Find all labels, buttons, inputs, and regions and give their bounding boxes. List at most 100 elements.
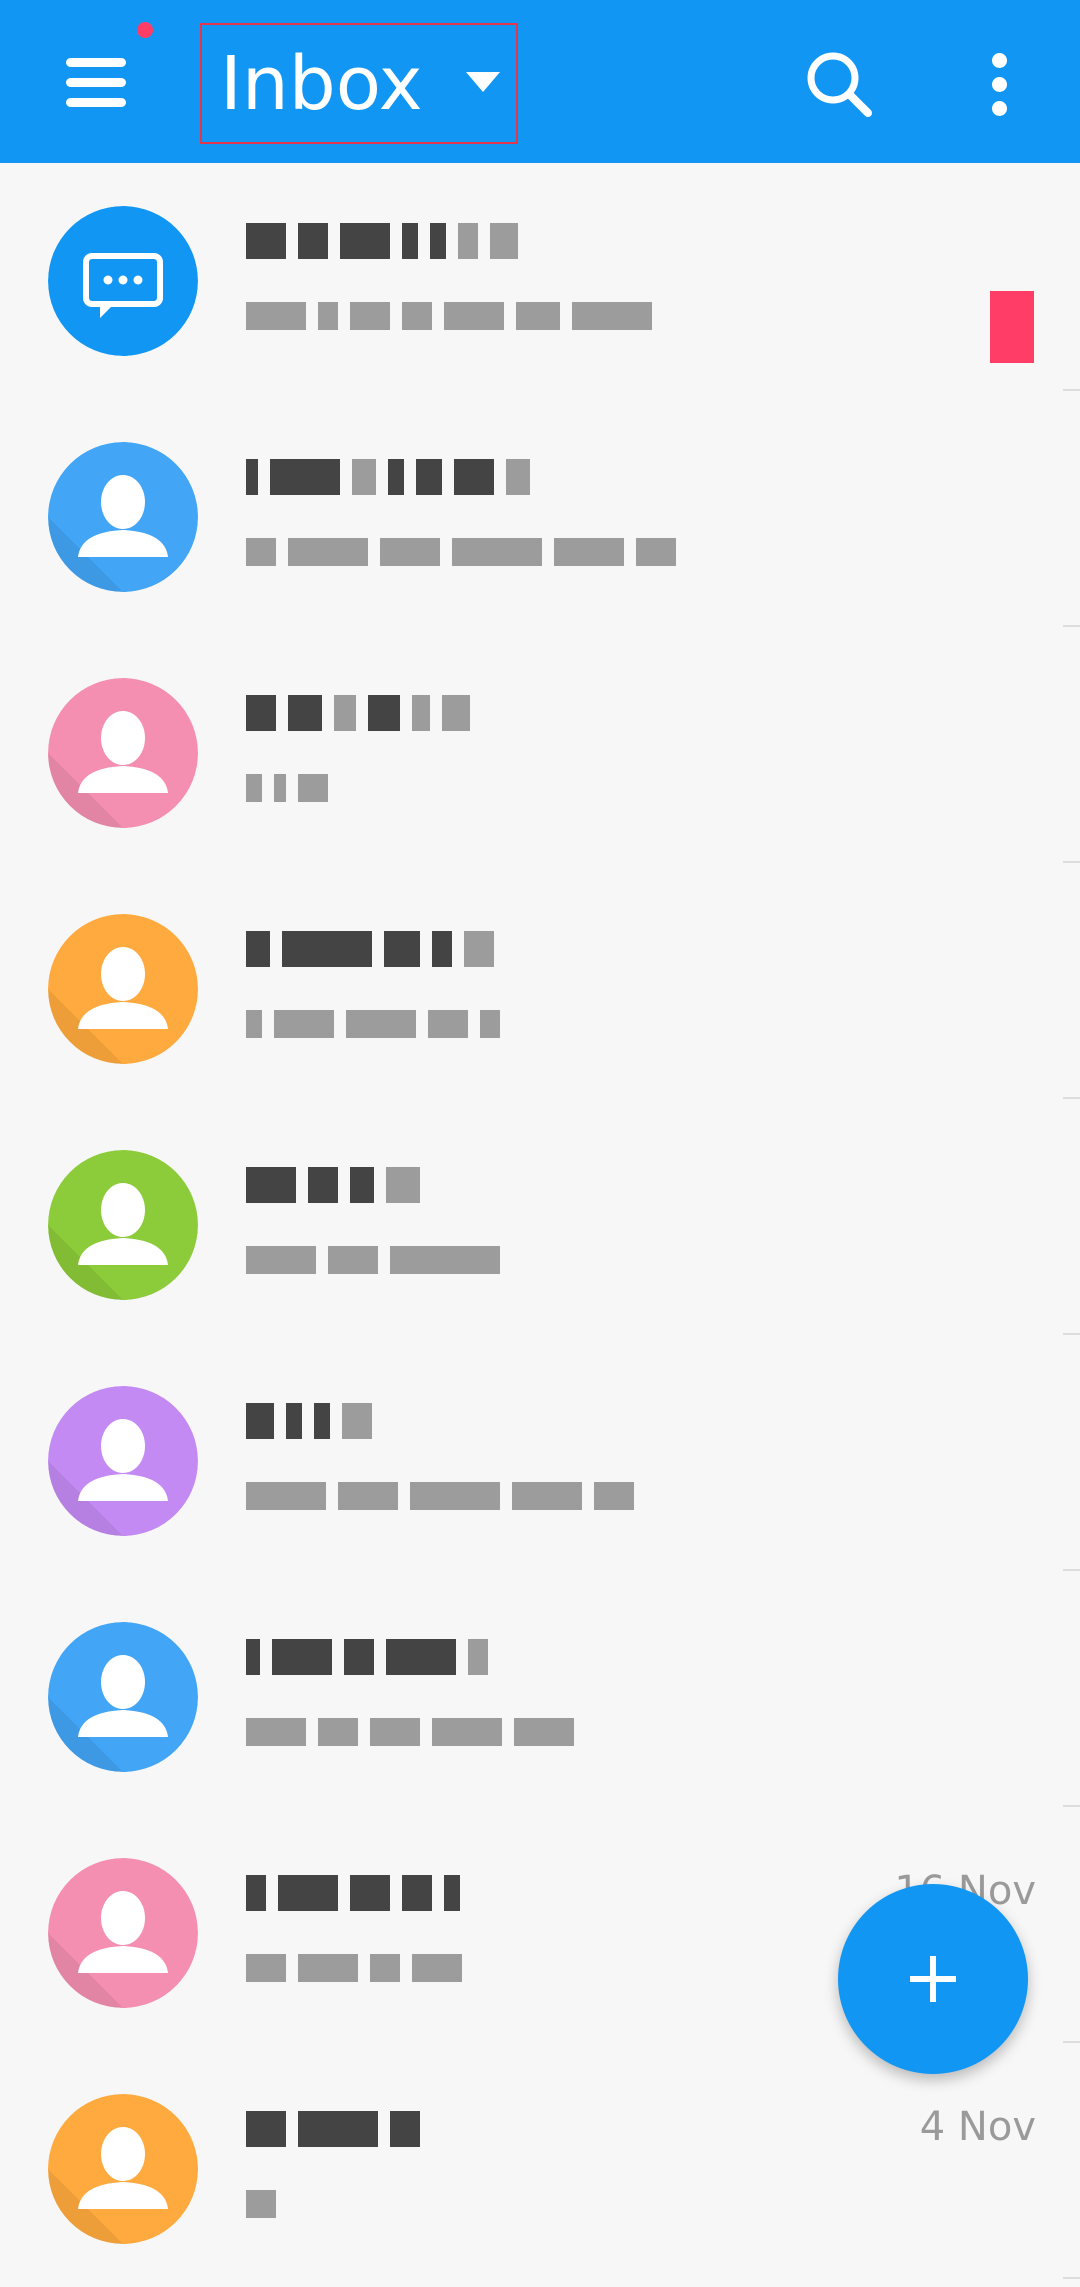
redacted-text [246, 1953, 286, 1982]
redacted-text [288, 695, 322, 731]
redacted-text [346, 1009, 416, 1038]
row-divider [1063, 2277, 1080, 2279]
row-divider [1063, 2041, 1080, 2043]
message-sender [246, 211, 866, 267]
person-icon [48, 1386, 198, 1536]
redacted-text [350, 301, 390, 330]
redacted-text [516, 301, 560, 330]
redacted-text [246, 1245, 316, 1274]
redacted-text [318, 1717, 358, 1746]
row-divider [1063, 1097, 1080, 1099]
dropdown-caret-icon [466, 72, 500, 92]
message-snippet [246, 288, 906, 340]
redacted-text [246, 1639, 260, 1675]
redacted-text [410, 1481, 500, 1510]
redacted-text [368, 695, 400, 731]
redacted-text [480, 1009, 500, 1038]
redacted-text [344, 1639, 374, 1675]
redacted-text [444, 301, 504, 330]
redacted-text [342, 1403, 372, 1439]
menu-button[interactable] [58, 46, 134, 118]
redacted-text [246, 1009, 262, 1038]
message-row[interactable]: 4 Nov [0, 2051, 1080, 2287]
message-snippet [246, 1704, 906, 1756]
redacted-text [352, 459, 376, 495]
redacted-text [298, 2111, 378, 2147]
redacted-text [272, 1639, 332, 1675]
redacted-text [636, 537, 676, 566]
redacted-text [328, 1245, 378, 1274]
redacted-text [514, 1717, 574, 1746]
redacted-text [334, 695, 356, 731]
redacted-text [298, 223, 328, 259]
redacted-text [402, 1875, 432, 1911]
redacted-text [270, 459, 340, 495]
contact-avatar [48, 1150, 198, 1300]
message-snippet [246, 524, 906, 576]
redacted-text [298, 773, 328, 802]
redacted-text [506, 459, 530, 495]
redacted-text [554, 537, 624, 566]
redacted-text [338, 1481, 398, 1510]
redacted-text [468, 1639, 488, 1675]
redacted-text [428, 1009, 468, 1038]
redacted-text [350, 1875, 390, 1911]
redacted-text [246, 1481, 326, 1510]
redacted-text [490, 223, 518, 259]
redacted-text [402, 223, 418, 259]
message-snippet [246, 1940, 906, 1992]
row-divider [1063, 625, 1080, 627]
folder-selector[interactable]: Inbox [200, 23, 518, 144]
message-row[interactable] [0, 163, 1080, 399]
redacted-text [388, 459, 404, 495]
message-sender [246, 683, 866, 739]
redacted-text [432, 931, 452, 967]
redacted-text [314, 1403, 330, 1439]
message-date: 4 Nov [919, 2104, 1036, 2150]
search-icon [807, 52, 872, 117]
message-row[interactable] [0, 399, 1080, 635]
row-divider [1063, 389, 1080, 391]
person-icon [48, 442, 198, 592]
redacted-text [246, 1875, 266, 1911]
message-snippet [246, 760, 906, 812]
contact-avatar [48, 442, 198, 592]
chat-avatar [48, 206, 198, 356]
row-divider [1063, 1805, 1080, 1807]
more-options-button[interactable] [972, 45, 1028, 123]
redacted-text [416, 459, 442, 495]
search-button[interactable] [800, 45, 878, 123]
redacted-text [370, 1717, 420, 1746]
redacted-text [246, 1403, 274, 1439]
person-icon [48, 1150, 198, 1300]
redacted-text [412, 695, 430, 731]
contact-avatar [48, 1386, 198, 1536]
message-sender [246, 1627, 866, 1683]
redacted-text [572, 301, 652, 330]
person-icon [48, 1622, 198, 1772]
message-row[interactable] [0, 1579, 1080, 1815]
menu-icon [66, 58, 126, 67]
message-row[interactable] [0, 635, 1080, 871]
redacted-text [246, 773, 262, 802]
contact-avatar [48, 1622, 198, 1772]
message-row[interactable] [0, 871, 1080, 1107]
redacted-text [384, 931, 420, 967]
redacted-text [402, 301, 432, 330]
redacted-text [246, 223, 286, 259]
redacted-text [386, 1167, 420, 1203]
row-divider [1063, 861, 1080, 863]
message-snippet [246, 1468, 906, 1520]
redacted-text [246, 2189, 276, 2218]
redacted-text [286, 1403, 302, 1439]
message-row[interactable] [0, 1343, 1080, 1579]
message-snippet [246, 1232, 906, 1284]
compose-button[interactable] [838, 1884, 1028, 2074]
redacted-text [380, 537, 440, 566]
row-divider [1063, 1569, 1080, 1571]
redacted-text [246, 695, 276, 731]
redacted-text [512, 1481, 582, 1510]
redacted-text [246, 931, 270, 967]
redacted-text [246, 301, 306, 330]
message-row[interactable] [0, 1107, 1080, 1343]
